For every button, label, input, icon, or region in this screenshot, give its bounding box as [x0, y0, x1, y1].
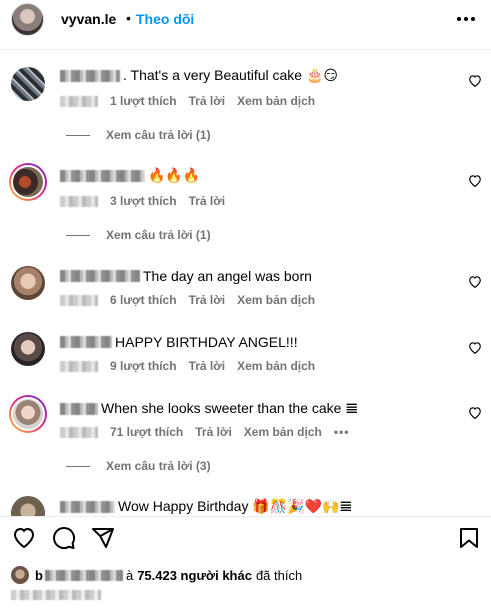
view-replies-button[interactable]: Xem câu trả lời (1)	[66, 128, 211, 142]
post-action-bar	[0, 516, 491, 556]
reply-button[interactable]: Trả lời	[189, 194, 226, 208]
divider-line	[66, 234, 90, 236]
commenter-avatar[interactable]	[11, 332, 45, 366]
comment-text: 🔥🔥🔥	[60, 167, 200, 184]
comment-body: When she looks sweeter than the cake 𝌆	[101, 400, 358, 416]
divider-line	[66, 465, 90, 467]
commenter-avatar[interactable]	[11, 67, 45, 101]
reply-button[interactable]: Trả lời	[189, 94, 226, 108]
like-heart-icon[interactable]	[468, 275, 482, 288]
likes-prefix: à	[125, 567, 134, 583]
like-heart-icon[interactable]	[468, 341, 482, 354]
commenter-avatar[interactable]	[11, 496, 45, 516]
divider-line	[66, 134, 90, 136]
like-count[interactable]: 71 lượt thích	[110, 425, 183, 439]
comment-meta: 71 lượt thích Trả lời Xem bản dịch •••	[60, 425, 349, 439]
comment-icon[interactable]	[52, 526, 76, 550]
likes-suffix: đã thích	[255, 567, 303, 583]
timestamp-redacted	[60, 195, 98, 207]
like-heart-icon[interactable]	[468, 174, 482, 187]
comment-body: The day an angel was born	[143, 268, 312, 284]
comment-text: The day an angel was born	[60, 268, 312, 284]
translate-button[interactable]: Xem bản dịch	[237, 359, 315, 373]
like-count[interactable]: 9 lượt thích	[110, 359, 177, 373]
bookmark-icon[interactable]	[457, 526, 481, 550]
username-redacted	[60, 270, 140, 282]
username-redacted	[60, 500, 115, 513]
like-heart-icon[interactable]	[468, 74, 482, 87]
likes-count[interactable]: 75.423 người khác	[137, 568, 252, 583]
separator-dot: •	[126, 10, 131, 26]
comment-text: HAPPY BIRTHDAY ANGEL!!!	[60, 334, 298, 350]
view-replies-label: Xem câu trả lời (1)	[106, 228, 211, 242]
comment-text: Wow Happy Birthday 🎁🎊🎉❤️🙌𝌆	[60, 498, 352, 515]
view-replies-button[interactable]: Xem câu trả lời (3)	[66, 459, 211, 473]
timestamp-redacted	[60, 294, 98, 306]
share-icon[interactable]	[91, 526, 115, 550]
more-options-icon[interactable]	[456, 11, 476, 27]
translate-button[interactable]: Xem bản dịch	[237, 293, 315, 307]
liker-username-redacted	[44, 569, 123, 581]
view-replies-label: Xem câu trả lời (1)	[106, 128, 211, 142]
follow-button[interactable]: Theo dõi	[136, 11, 194, 27]
comment-meta: 9 lượt thích Trả lời Xem bản dịch	[60, 359, 327, 373]
commenter-avatar[interactable]	[9, 163, 47, 201]
reply-button[interactable]: Trả lời	[189, 293, 226, 307]
comment-meta: 6 lượt thích Trả lời Xem bản dịch	[60, 293, 327, 307]
like-count[interactable]: 1 lượt thích	[110, 94, 177, 108]
comment-body: . That's a very Beautiful cake 🎂😏	[123, 67, 338, 83]
username-redacted	[60, 69, 120, 82]
username-redacted	[60, 336, 112, 348]
heart-icon[interactable]	[12, 526, 36, 550]
post-header: vyvan.le • Theo dõi	[0, 0, 491, 50]
commenter-avatar[interactable]	[9, 395, 47, 433]
comment-more-options[interactable]: •••	[334, 425, 350, 439]
post-date-redacted	[11, 590, 101, 600]
view-replies-label: Xem câu trả lời (3)	[106, 459, 211, 473]
author-avatar[interactable]	[11, 3, 44, 36]
view-replies-button[interactable]: Xem câu trả lời (1)	[66, 228, 211, 242]
translate-button[interactable]: Xem bản dịch	[244, 425, 322, 439]
translate-button[interactable]: Xem bản dịch	[237, 94, 315, 108]
comment-body: HAPPY BIRTHDAY ANGEL!!!	[115, 334, 298, 350]
comment-text: When she looks sweeter than the cake 𝌆	[60, 400, 358, 417]
like-count[interactable]: 3 lượt thích	[110, 194, 177, 208]
comment-text: . That's a very Beautiful cake 🎂😏	[60, 67, 338, 84]
comment-meta: 1 lượt thích Trả lời Xem bản dịch	[60, 94, 327, 108]
timestamp-redacted	[60, 360, 98, 372]
comment-body: Wow Happy Birthday 🎁🎊🎉❤️🙌𝌆	[118, 498, 353, 514]
comment-body: 🔥🔥🔥	[148, 167, 201, 183]
author-username[interactable]: vyvan.le	[61, 11, 116, 27]
username-redacted	[60, 169, 145, 182]
reply-button[interactable]: Trả lời	[189, 359, 226, 373]
reply-button[interactable]: Trả lời	[195, 425, 232, 439]
timestamp-redacted	[60, 95, 98, 107]
like-count[interactable]: 6 lượt thích	[110, 293, 177, 307]
comment-meta: 3 lượt thích Trả lời	[60, 194, 237, 208]
like-heart-icon[interactable]	[468, 406, 482, 419]
commenter-avatar[interactable]	[11, 266, 45, 300]
timestamp-redacted	[60, 426, 98, 438]
liker-avatar[interactable]	[11, 566, 29, 584]
username-redacted	[60, 402, 98, 415]
comment-item: Wow Happy Birthday 🎁🎊🎉❤️🙌𝌆	[0, 494, 491, 516]
likes-summary: b à 75.423 người khác đã thích	[11, 566, 302, 584]
